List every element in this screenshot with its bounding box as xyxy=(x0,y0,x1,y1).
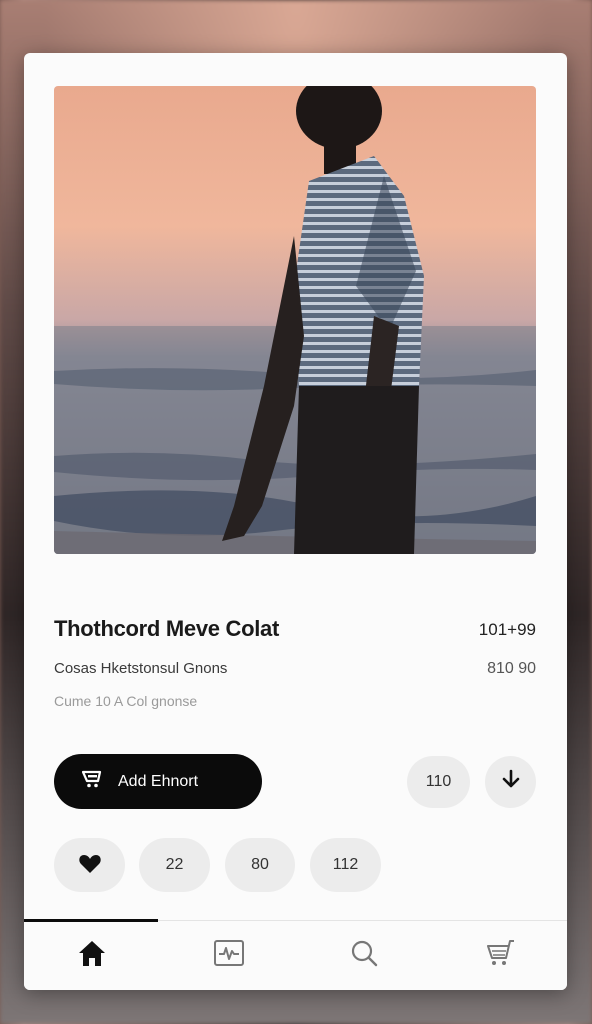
product-subtitle: Cosas Hketstonsul Gnons xyxy=(54,660,228,677)
cart-icon xyxy=(81,769,104,794)
bottom-nav xyxy=(24,919,567,990)
nav-search[interactable] xyxy=(344,935,384,975)
add-to-cart-button[interactable]: Add Ehnort xyxy=(54,754,262,809)
secondary-price: 810 90 xyxy=(487,660,536,677)
product-title: Thothcord Meve Colat xyxy=(54,616,280,641)
nav-activity[interactable] xyxy=(209,935,249,975)
search-icon xyxy=(349,938,379,973)
cart-icon xyxy=(484,938,516,973)
active-tab-indicator xyxy=(24,919,158,922)
activity-icon xyxy=(213,939,245,972)
heart-icon xyxy=(78,852,102,879)
add-to-cart-label: Add Ehnort xyxy=(118,772,199,790)
product-card: Thothcord Meve Colat 101+99 Cosas Hketst… xyxy=(24,53,567,990)
option-chip-3[interactable]: 112 xyxy=(310,838,381,892)
download-button[interactable] xyxy=(485,756,536,808)
option-chip-1[interactable]: 22 xyxy=(139,838,210,892)
arrow-down-icon xyxy=(499,768,523,797)
product-meta: Cume 10 A Col gnonse xyxy=(54,693,198,709)
product-price: 101+99 xyxy=(478,620,536,639)
home-icon xyxy=(77,939,107,972)
nav-cart[interactable] xyxy=(480,935,520,975)
nav-home[interactable] xyxy=(72,935,112,975)
quantity-pill[interactable]: 110 xyxy=(407,756,470,808)
product-image xyxy=(54,86,536,554)
like-button[interactable] xyxy=(54,838,125,892)
option-chip-2[interactable]: 80 xyxy=(225,838,295,892)
